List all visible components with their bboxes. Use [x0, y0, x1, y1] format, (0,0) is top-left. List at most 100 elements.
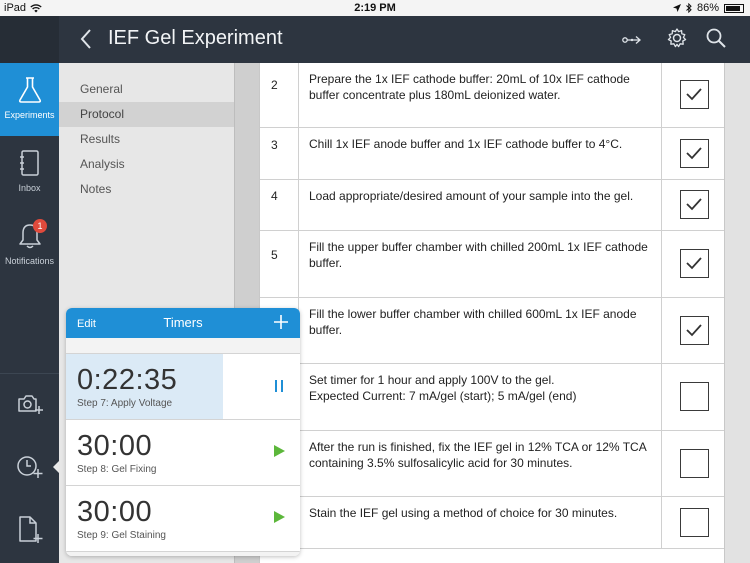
step-check-cell: [661, 298, 724, 363]
left-navigation-rail: Experiments Inbox 1 Notifications: [0, 16, 59, 563]
battery-percent: 86%: [696, 2, 719, 14]
timer-step-label: Step 7: Apply Voltage: [77, 398, 173, 409]
search-icon: [706, 28, 726, 48]
pause-button[interactable]: [273, 379, 285, 398]
nav-notifications[interactable]: 1 Notifications: [0, 209, 59, 282]
page-title: IEF Gel Experiment: [108, 27, 283, 49]
step-row: 3 Chill 1x IEF anode buffer and 1x IEF c…: [260, 128, 724, 180]
battery-icon: [724, 3, 744, 13]
timer-row[interactable]: 0:22:35 Step 7: Apply Voltage: [66, 354, 300, 420]
status-time: 2:19 PM: [354, 2, 396, 14]
play-button[interactable]: [272, 444, 286, 463]
play-icon: [274, 445, 285, 457]
step-text: Stain the IEF gel using a method of choi…: [309, 506, 618, 520]
chevron-left-icon: [80, 29, 91, 49]
step-check-cell: [661, 180, 724, 230]
step-checkbox[interactable]: [680, 139, 709, 168]
settings-button[interactable]: [666, 27, 688, 54]
menu-item-results[interactable]: Results: [59, 127, 234, 152]
step-check-cell: [661, 63, 724, 127]
pause-icon: [275, 380, 283, 392]
step-text: Set timer for 1 hour and apply 100V to t…: [309, 373, 577, 403]
bluetooth-icon: [686, 3, 692, 13]
play-button[interactable]: [272, 510, 286, 529]
step-row: 5 Fill the upper buffer chamber with chi…: [260, 231, 724, 298]
step-row: Stain the IEF gel using a method of choi…: [260, 497, 724, 549]
timers-popover: Edit Timers 0:22:35 Step 7: Apply Voltag…: [66, 308, 300, 556]
status-right: 86%: [672, 2, 744, 14]
right-gutter: [725, 63, 750, 563]
step-checkbox[interactable]: [680, 382, 709, 411]
menu-item-notes[interactable]: Notes: [59, 177, 234, 202]
camera-plus-icon: [17, 395, 43, 414]
step-check-cell: [661, 128, 724, 179]
gear-icon: [667, 28, 687, 48]
step-checkbox[interactable]: [680, 449, 709, 478]
checkmark-icon: [686, 147, 702, 160]
step-checkbox[interactable]: [680, 80, 709, 109]
checkmark-icon: [686, 324, 702, 337]
step-text: Chill 1x IEF anode buffer and 1x IEF cat…: [309, 137, 623, 151]
step-check-cell: [661, 364, 724, 430]
step-text: Load appropriate/desired amount of your …: [309, 189, 634, 203]
rail-top-spacer: [0, 16, 59, 63]
plus-icon: [274, 315, 288, 329]
timers-header: Edit Timers: [66, 308, 300, 338]
timer-step-label: Step 8: Gel Fixing: [77, 464, 157, 475]
add-timer-button[interactable]: [0, 437, 59, 497]
menu-item-analysis[interactable]: Analysis: [59, 152, 234, 177]
step-text: After the run is finished, fix the IEF g…: [309, 440, 647, 470]
file-plus-icon: [18, 516, 42, 543]
timer-row[interactable]: 30:00 Step 9: Gel Staining: [66, 486, 300, 552]
flask-icon: [18, 77, 41, 103]
step-checkbox[interactable]: [680, 249, 709, 278]
nav-experiments[interactable]: Experiments: [0, 63, 59, 136]
checkmark-icon: [686, 257, 702, 270]
nav-inbox-label: Inbox: [18, 183, 41, 193]
step-number: 3: [260, 128, 299, 179]
nav-notifications-label: Notifications: [4, 256, 55, 266]
step-row: 4 Load appropriate/desired amount of you…: [260, 180, 724, 231]
add-timer-plus-button[interactable]: [273, 314, 289, 335]
step-number: 5: [260, 231, 299, 297]
step-checkbox[interactable]: [680, 508, 709, 537]
inbox-icon: [19, 150, 39, 176]
step-row: After the run is finished, fix the IEF g…: [260, 431, 724, 497]
clock-plus-icon: [16, 456, 42, 478]
step-row: 2 Prepare the 1x IEF cathode buffer: 20m…: [260, 63, 724, 128]
timer-time: 0:22:35: [77, 364, 178, 396]
nav-experiments-label: Experiments: [4, 110, 55, 120]
step-text: Fill the upper buffer chamber with chill…: [309, 240, 648, 270]
timers-spacer: [66, 338, 300, 354]
step-check-cell: [661, 497, 724, 548]
add-file-button[interactable]: [0, 500, 59, 560]
step-text: Fill the lower buffer chamber with chill…: [309, 307, 637, 337]
step-number: 4: [260, 180, 299, 230]
menu-item-general[interactable]: General: [59, 77, 234, 102]
step-row: Set timer for 1 hour and apply 100V to t…: [260, 364, 724, 431]
step-checkbox[interactable]: [680, 190, 709, 219]
notification-badge: 1: [33, 219, 47, 233]
step-check-cell: [661, 231, 724, 297]
protocol-steps-table: 2 Prepare the 1x IEF cathode buffer: 20m…: [259, 63, 725, 563]
play-icon: [274, 511, 285, 523]
share-button[interactable]: [621, 33, 643, 51]
back-button[interactable]: [79, 28, 93, 55]
timer-time: 30:00: [77, 430, 153, 462]
timers-footer: [66, 552, 300, 556]
search-button[interactable]: [705, 27, 727, 54]
menu-item-protocol[interactable]: Protocol: [59, 102, 234, 127]
step-checkbox[interactable]: [680, 316, 709, 345]
timer-step-label: Step 9: Gel Staining: [77, 530, 166, 541]
step-number: 2: [260, 63, 299, 127]
share-dots-icon: [622, 36, 641, 44]
checkmark-icon: [686, 198, 702, 211]
app-header: IEF Gel Experiment: [59, 16, 750, 63]
timer-row[interactable]: 30:00 Step 8: Gel Fixing: [66, 420, 300, 486]
nav-inbox[interactable]: Inbox: [0, 136, 59, 209]
step-row: Fill the lower buffer chamber with chill…: [260, 298, 724, 364]
step-text: Prepare the 1x IEF cathode buffer: 20mL …: [309, 72, 630, 102]
add-photo-button[interactable]: [0, 374, 59, 434]
checkmark-icon: [686, 88, 702, 101]
timer-time: 30:00: [77, 496, 153, 528]
